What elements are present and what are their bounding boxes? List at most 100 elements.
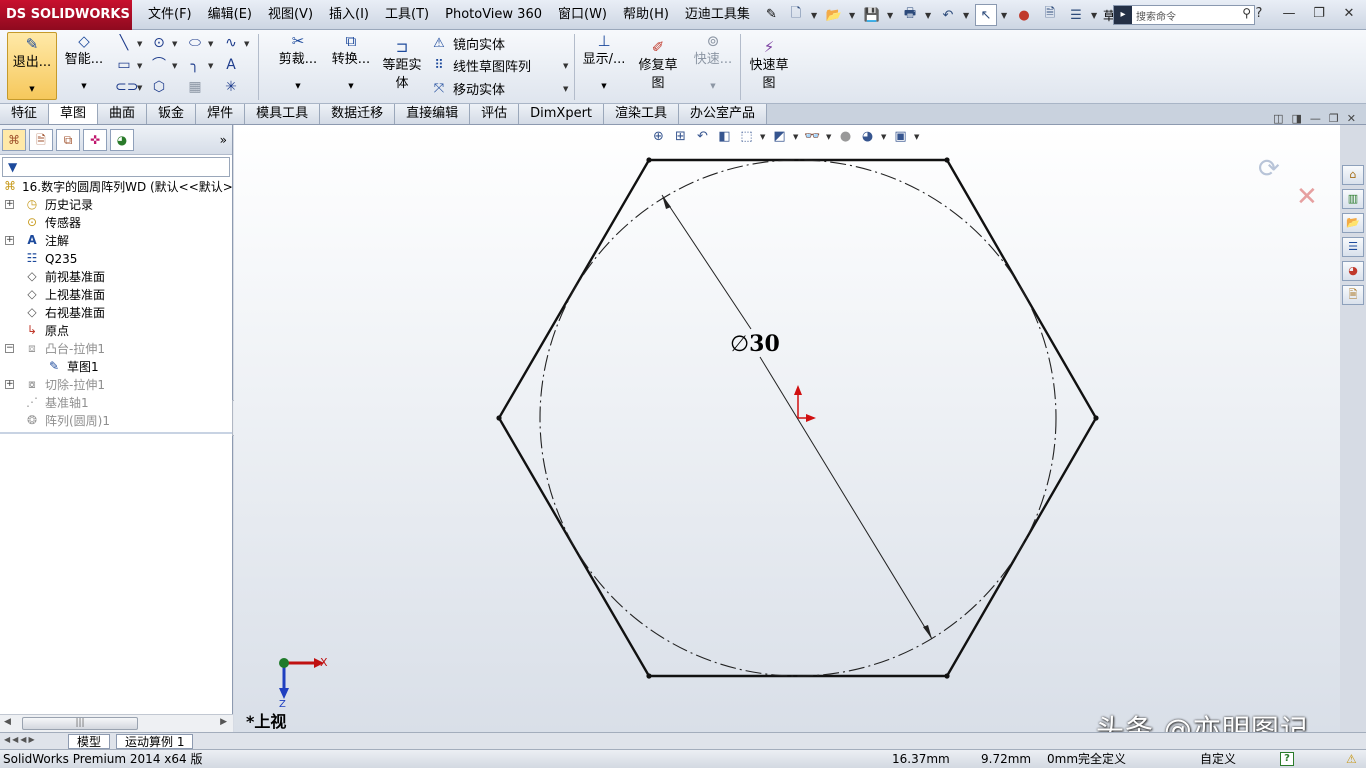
expand-panel-icon[interactable]: » — [220, 133, 227, 147]
help-icon[interactable]: ? — [1248, 4, 1270, 24]
menu-help[interactable]: 帮助(H) — [615, 0, 677, 30]
tab-evaluate[interactable]: 评估 — [470, 104, 520, 124]
move-entities-button[interactable]: ⤧ 移动实体 — [430, 79, 505, 98]
tree-item-right-plane[interactable]: ◇ 右视基准面 — [0, 304, 232, 322]
arc-icon[interactable]: ⌒ — [150, 56, 168, 74]
feature-tree-tab-icon[interactable]: ⌘ — [2, 128, 26, 151]
scroll-thumb[interactable]: ||| — [22, 717, 138, 730]
ellipse-dropdown-icon[interactable]: ▼ — [208, 40, 213, 48]
doc-restore-icon[interactable]: ❐ — [1329, 112, 1339, 125]
filter-icon[interactable]: ▼ — [2, 157, 230, 177]
convert-entities-button[interactable]: ⧉ 转换... ▼ — [328, 32, 374, 95]
tab-direct-editing[interactable]: 直接编辑 — [395, 104, 471, 124]
pin-icon[interactable]: ✎ — [758, 0, 785, 30]
edit-appearance-icon[interactable]: ● — [837, 129, 854, 144]
trim-entities-button[interactable]: ✂ 剪裁... ▼ — [275, 32, 321, 95]
view-palette-icon[interactable]: ☰ — [1342, 237, 1364, 257]
tab-office-products[interactable]: 办公室产品 — [679, 104, 768, 124]
tab-sheet-metal[interactable]: 钣金 — [147, 104, 197, 124]
exit-sketch-button[interactable]: ✎ 退出... ▼ — [7, 32, 57, 100]
zoom-to-area-icon[interactable]: ⊞ — [672, 129, 689, 144]
tab-weldments[interactable]: 焊件 — [196, 104, 246, 124]
doc-minimize-icon[interactable]: — — [1310, 112, 1321, 125]
collapse-icon[interactable]: − — [5, 344, 14, 353]
appearances-scenes-icon[interactable]: ◕ — [1342, 261, 1364, 281]
diameter-dimension[interactable]: ∅30 — [730, 331, 780, 357]
text-icon[interactable]: A — [222, 56, 240, 74]
hide-show-items-icon[interactable]: 👓 — [804, 129, 821, 144]
menu-file[interactable]: 文件(F) — [140, 0, 200, 30]
tree-item-front-plane[interactable]: ◇ 前视基准面 — [0, 268, 232, 286]
apply-scene-icon[interactable]: ◕ — [859, 129, 876, 144]
new-document-icon[interactable]: 🗋 — [785, 4, 807, 26]
menu-view[interactable]: 视图(V) — [260, 0, 321, 30]
polygon-icon[interactable]: ⬡ — [150, 78, 168, 96]
mirror-entities-button[interactable]: ⚠ 镜向实体 — [430, 34, 505, 53]
menu-edit[interactable]: 编辑(E) — [200, 0, 260, 30]
tree-item-origin[interactable]: ↳ 原点 — [0, 322, 232, 340]
print-icon[interactable]: 🖶 — [899, 4, 921, 26]
save-dropdown-icon[interactable]: ▼ — [887, 11, 895, 20]
print-dropdown-icon[interactable]: ▼ — [925, 11, 933, 20]
tab-sketch[interactable]: 草图 — [49, 104, 99, 124]
view-orientation-icon[interactable]: ⬚ — [738, 129, 755, 144]
linear-pattern-button[interactable]: ⠿ 线性草图阵列 — [430, 56, 531, 75]
expand-icon[interactable]: + — [5, 200, 14, 209]
help-status-icon[interactable]: ? — [1280, 752, 1294, 766]
exit-sketch-corner-icon[interactable]: ⟳ — [1258, 154, 1280, 184]
tab-motion-study[interactable]: 运动算例 1 — [116, 734, 194, 749]
options-dropdown-icon[interactable]: ▼ — [1091, 11, 1099, 20]
circle-dropdown-icon[interactable]: ▼ — [172, 40, 177, 48]
graphics-area[interactable]: ∅30 X Z — [234, 125, 1340, 732]
rectangle-icon[interactable]: ▭ — [115, 56, 133, 74]
new-dropdown-icon[interactable]: ▼ — [811, 11, 819, 20]
rectangle-dropdown-icon[interactable]: ▼ — [137, 62, 142, 70]
rapid-sketch-button[interactable]: ⚡ 快速草 图 — [745, 38, 793, 93]
design-library-icon[interactable]: ▥ — [1342, 189, 1364, 209]
tree-root[interactable]: ⌘ 16.数字的圆周阵列WD (默认<<默认> — [0, 178, 233, 196]
doc-close-icon[interactable]: ✕ — [1347, 112, 1356, 125]
menu-insert[interactable]: 插入(I) — [321, 0, 377, 30]
property-manager-tab-icon[interactable]: 🗎 — [29, 128, 53, 151]
search-commands-input[interactable]: ▸ 搜索命令 ⚲ — [1113, 5, 1255, 25]
sketch-canvas[interactable] — [234, 125, 1340, 732]
select-dropdown-icon[interactable]: ▼ — [1001, 11, 1009, 20]
file-properties-icon[interactable]: 🗎 — [1039, 4, 1061, 26]
tab-mold-tools[interactable]: 模具工具 — [245, 104, 321, 124]
tree-item-cut-extrude[interactable]: + ⧇ 切除-拉伸1 — [0, 376, 232, 394]
move-dropdown-icon[interactable]: ▼ — [563, 85, 568, 93]
slot-dropdown-icon[interactable]: ▼ — [137, 84, 142, 92]
offset-entities-button[interactable]: ⊐ 等距实 体 — [378, 38, 426, 93]
display-style-icon[interactable]: ◩ — [771, 129, 788, 144]
menu-tools[interactable]: 工具(T) — [377, 0, 437, 30]
tree-item-circular-pattern[interactable]: ❂ 阵列(圆周)1 — [0, 412, 232, 430]
display-manager-tab-icon[interactable]: ◕ — [110, 128, 134, 151]
point-icon[interactable]: ✳ — [222, 78, 240, 96]
unit-system[interactable]: 自定义 — [1200, 750, 1236, 768]
menu-maidi-tools[interactable]: 迈迪工具集 — [677, 0, 758, 30]
select-cursor-icon[interactable]: ↖ — [975, 4, 997, 26]
circle-icon[interactable]: ⊙ — [150, 34, 168, 52]
minimize-icon[interactable]: — — [1278, 4, 1300, 24]
view-orientation-dropdown-icon[interactable]: ▼ — [760, 133, 766, 141]
hide-show-dropdown-icon[interactable]: ▼ — [826, 133, 832, 141]
expand-icon[interactable]: + — [5, 380, 14, 389]
scroll-left-icon[interactable]: ◀ — [4, 717, 11, 727]
tree-item-sketch1[interactable]: ✎ 草图1 — [0, 358, 232, 376]
smart-dimension-button[interactable]: ◇ 智能... ▼ — [62, 32, 106, 95]
solidworks-resources-icon[interactable]: ⌂ — [1342, 165, 1364, 185]
section-view-icon[interactable]: ◧ — [716, 129, 733, 144]
tree-item-annotations[interactable]: + A 注解 — [0, 232, 232, 250]
tree-item-sensors[interactable]: ⊙ 传感器 — [0, 214, 232, 232]
zoom-to-fit-icon[interactable]: ⊕ — [650, 129, 667, 144]
scroll-right-icon[interactable]: ▶ — [220, 717, 227, 727]
slot-icon[interactable]: ⊂⊃ — [115, 78, 138, 96]
open-dropdown-icon[interactable]: ▼ — [849, 11, 857, 20]
undo-dropdown-icon[interactable]: ▼ — [963, 11, 971, 20]
restore-icon[interactable]: ❐ — [1308, 4, 1330, 24]
scene-dropdown-icon[interactable]: ▼ — [881, 133, 887, 141]
configuration-manager-tab-icon[interactable]: ⧉ — [56, 128, 80, 151]
custom-properties-icon[interactable]: 🗎 — [1342, 285, 1364, 305]
repair-sketch-button[interactable]: ✐ 修复草 图 — [634, 38, 682, 93]
rebuild-status-icon[interactable]: ⚠ — [1346, 750, 1357, 768]
